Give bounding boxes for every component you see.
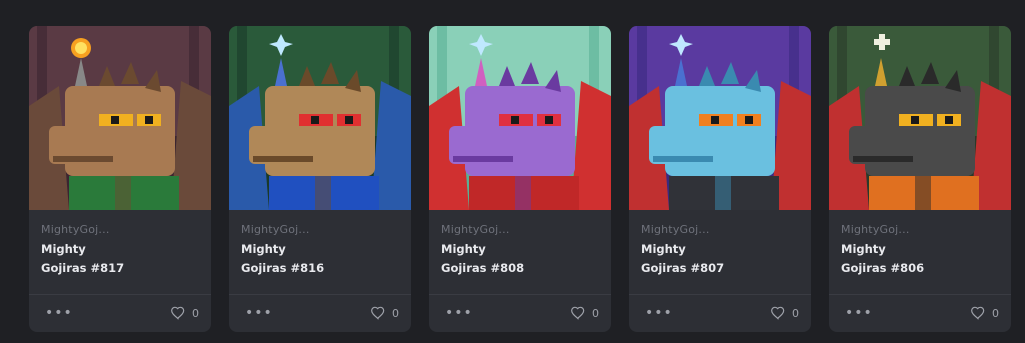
like-button[interactable]: 0 (170, 305, 199, 321)
like-count: 0 (592, 306, 599, 320)
heart-icon (371, 306, 385, 320)
collection-name[interactable]: MightyGoj... (241, 223, 399, 236)
nft-title-line2[interactable]: Gojiras #817 (41, 259, 199, 278)
card-footer: ••• 0 (829, 295, 1011, 331)
nft-pixel-art (29, 26, 211, 210)
more-options-icon[interactable]: ••• (245, 306, 273, 320)
like-count: 0 (792, 306, 799, 320)
like-button[interactable]: 0 (770, 305, 799, 321)
more-options-icon[interactable]: ••• (445, 306, 473, 320)
more-options-icon[interactable]: ••• (845, 306, 873, 320)
card-meta: MightyGoj... Mighty Gojiras #817 (29, 210, 211, 294)
card-footer: ••• 0 (429, 295, 611, 331)
nft-title-line1[interactable]: Mighty (41, 240, 199, 259)
nft-artwork[interactable] (29, 26, 211, 210)
nft-title-line2[interactable]: Gojiras #808 (441, 259, 599, 278)
like-button[interactable]: 0 (970, 305, 999, 321)
card-footer: ••• 0 (29, 295, 211, 331)
like-count: 0 (992, 306, 999, 320)
collection-name[interactable]: MightyGoj... (641, 223, 799, 236)
collection-name[interactable]: MightyGoj... (41, 223, 199, 236)
nft-card[interactable]: MightyGoj... Mighty Gojiras #817 ••• 0 (29, 26, 211, 332)
nft-card[interactable]: MightyGoj... Mighty Gojiras #806 ••• 0 (829, 26, 1011, 332)
card-footer: ••• 0 (629, 295, 811, 331)
heart-icon (971, 306, 985, 320)
collection-name[interactable]: MightyGoj... (441, 223, 599, 236)
nft-title-line1[interactable]: Mighty (641, 240, 799, 259)
card-meta: MightyGoj... Mighty Gojiras #808 (429, 210, 611, 294)
nft-pixel-art (829, 26, 1011, 210)
like-button[interactable]: 0 (370, 305, 399, 321)
nft-card[interactable]: MightyGoj... Mighty Gojiras #816 ••• 0 (229, 26, 411, 332)
nft-card-grid: MightyGoj... Mighty Gojiras #817 ••• 0 M… (29, 26, 1011, 332)
heart-icon (571, 306, 585, 320)
card-meta: MightyGoj... Mighty Gojiras #806 (829, 210, 1011, 294)
card-footer: ••• 0 (229, 295, 411, 331)
nft-artwork[interactable] (229, 26, 411, 210)
nft-pixel-art (429, 26, 611, 210)
nft-pixel-art (229, 26, 411, 210)
nft-artwork[interactable] (629, 26, 811, 210)
like-count: 0 (192, 306, 199, 320)
like-button[interactable]: 0 (570, 305, 599, 321)
like-count: 0 (392, 306, 399, 320)
collection-name[interactable]: MightyGoj... (841, 223, 999, 236)
nft-card[interactable]: MightyGoj... Mighty Gojiras #807 ••• 0 (629, 26, 811, 332)
nft-title-line1[interactable]: Mighty (841, 240, 999, 259)
heart-icon (771, 306, 785, 320)
nft-card[interactable]: MightyGoj... Mighty Gojiras #808 ••• 0 (429, 26, 611, 332)
card-meta: MightyGoj... Mighty Gojiras #807 (629, 210, 811, 294)
heart-icon (171, 306, 185, 320)
nft-artwork[interactable] (829, 26, 1011, 210)
nft-title-line2[interactable]: Gojiras #806 (841, 259, 999, 278)
more-options-icon[interactable]: ••• (645, 306, 673, 320)
card-meta: MightyGoj... Mighty Gojiras #816 (229, 210, 411, 294)
nft-artwork[interactable] (429, 26, 611, 210)
nft-title-line2[interactable]: Gojiras #816 (241, 259, 399, 278)
nft-pixel-art (629, 26, 811, 210)
nft-title-line2[interactable]: Gojiras #807 (641, 259, 799, 278)
nft-title-line1[interactable]: Mighty (241, 240, 399, 259)
nft-title-line1[interactable]: Mighty (441, 240, 599, 259)
more-options-icon[interactable]: ••• (45, 306, 73, 320)
